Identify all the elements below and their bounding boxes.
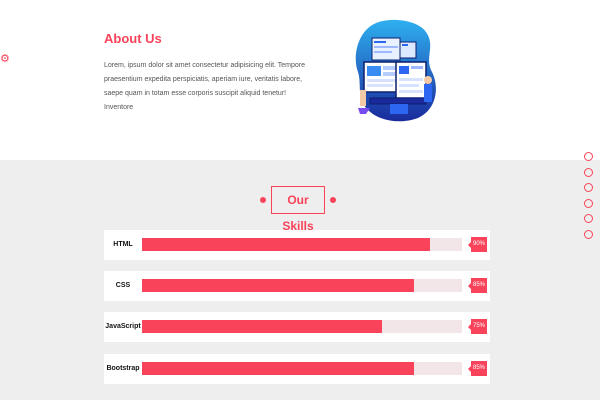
skill-card-css: CSS 85% [104, 271, 490, 301]
side-nav-dots [584, 152, 594, 246]
side-nav-dot[interactable] [584, 229, 593, 239]
heading-dot-right [330, 197, 336, 203]
skills-title: Our Skills [271, 186, 325, 233]
skill-percent-badge: 90% [468, 237, 487, 252]
skill-progress-track [142, 362, 462, 375]
skill-name: CSS [115, 282, 131, 289]
side-nav-dot[interactable] [584, 183, 593, 193]
side-nav-dot[interactable] [584, 152, 593, 161]
skill-name: JavaScript [105, 323, 141, 330]
skill-progress-fill [142, 320, 382, 333]
heading-dot-left [260, 197, 266, 203]
skill-progress-track [142, 238, 462, 251]
skill-progress-fill [142, 279, 414, 292]
skills-heading: Our Skills [0, 186, 600, 233]
about-text: Lorem, ipsum dolor sit amet consectetur … [104, 62, 306, 111]
skill-progress-fill [142, 238, 430, 251]
skill-progress-track [142, 320, 462, 333]
skill-card-javascript: JavaScript 75% [104, 312, 490, 342]
side-nav-dot[interactable] [584, 167, 593, 177]
about-title: About Us [104, 31, 162, 46]
skill-progress-fill [142, 362, 414, 375]
skill-percent-badge: 85% [468, 278, 487, 293]
web-development-illustration [355, 19, 436, 122]
skill-percent-badge: 85% [468, 361, 487, 376]
side-nav-dot[interactable] [584, 198, 593, 208]
side-nav-dot[interactable] [584, 214, 593, 224]
skill-name: HTML [113, 241, 133, 248]
skill-card-html: HTML 90% [104, 230, 490, 260]
skill-name: Bootstrap [106, 365, 140, 372]
skill-card-bootstrap: Bootstrap 85% [104, 354, 490, 384]
skill-percent-badge: 75% [468, 319, 487, 334]
about-section: ⚙ About Us Lorem, ipsum dolor sit amet c… [0, 0, 600, 160]
skill-progress-track [142, 279, 462, 292]
skills-section: Our Skills HTML 90% CSS 85% JavaScript 7… [0, 160, 600, 400]
gear-icon[interactable]: ⚙ [0, 53, 10, 65]
